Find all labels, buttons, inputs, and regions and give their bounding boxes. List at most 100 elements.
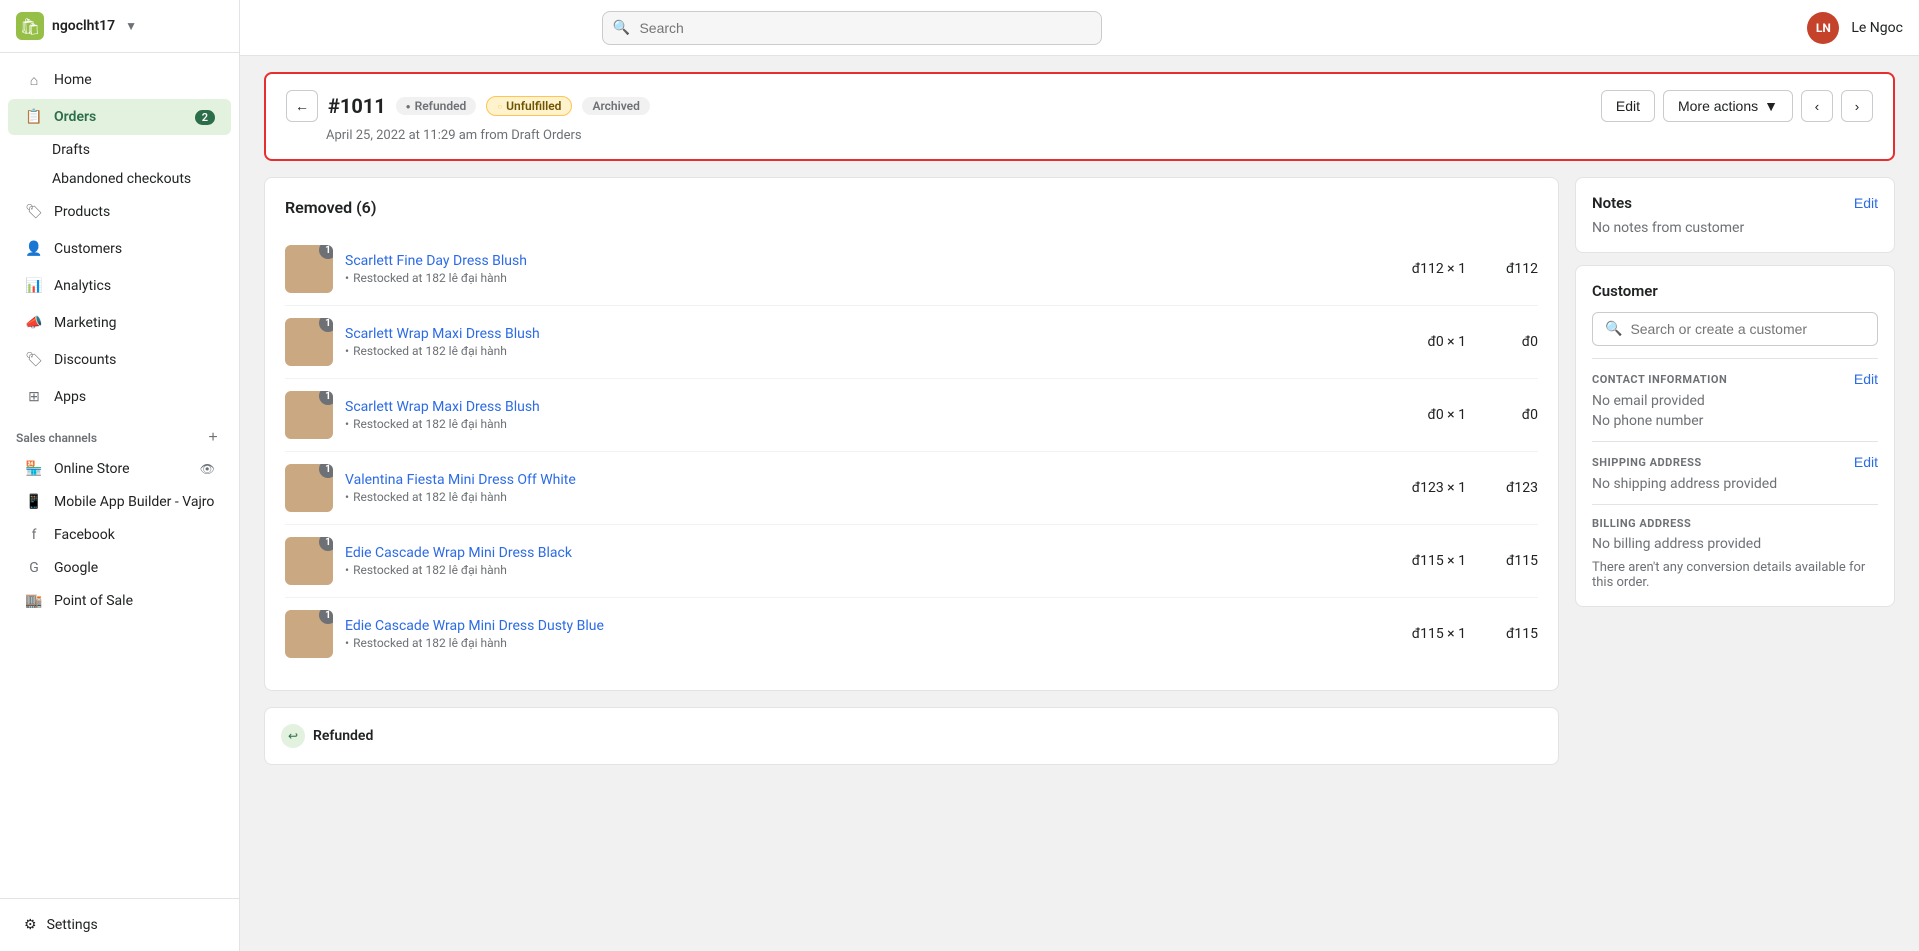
sidebar-item-home[interactable]: ⌂ Home: [8, 62, 231, 98]
product-total: đ115: [1478, 626, 1538, 642]
product-thumbnail: 1: [285, 610, 333, 658]
product-info: Scarlett Wrap Maxi Dress Blush Restocked…: [345, 399, 1374, 431]
shipping-edit-button[interactable]: Edit: [1854, 454, 1878, 470]
contact-phone: No phone number: [1592, 413, 1878, 429]
contact-email: No email provided: [1592, 393, 1878, 409]
sidebar-item-abandoned[interactable]: Abandoned checkouts: [8, 165, 231, 193]
product-price-qty: đ115 × 1: [1386, 626, 1466, 642]
add-sales-channel-button[interactable]: +: [203, 428, 223, 448]
sidebar-item-label: Discounts: [54, 352, 116, 368]
sidebar-item-facebook[interactable]: f Facebook: [8, 519, 231, 551]
table-row: 1 Valentina Fiesta Mini Dress Off White …: [285, 452, 1538, 525]
sidebar-item-google[interactable]: G Google: [8, 552, 231, 584]
product-sub: Restocked at 182 lê đại hành: [345, 344, 1374, 358]
sidebar-item-analytics[interactable]: 📊 Analytics: [8, 268, 231, 304]
product-info: Valentina Fiesta Mini Dress Off White Re…: [345, 472, 1374, 504]
next-order-button[interactable]: ›: [1841, 90, 1873, 122]
product-name[interactable]: Scarlett Wrap Maxi Dress Blush: [345, 399, 540, 415]
sidebar-item-discounts[interactable]: 🏷 Discounts: [8, 342, 231, 378]
orders-icon: 📋: [24, 107, 44, 127]
order-header-right: Edit More actions ▼ ‹ ›: [1601, 90, 1873, 122]
product-name[interactable]: Scarlett Wrap Maxi Dress Blush: [345, 326, 540, 342]
product-sub: Restocked at 182 lê đại hành: [345, 563, 1374, 577]
notes-edit-button[interactable]: Edit: [1854, 195, 1878, 211]
order-header: ← #1011 Refunded Unfulfilled Archived Ap…: [264, 72, 1895, 161]
shopify-logo-icon: 🛍: [16, 12, 44, 40]
channel-label: Mobile App Builder - Vajro: [54, 494, 214, 510]
main-grid: Removed (6) 1 Scarlett Fine Day Dress Bl…: [264, 177, 1895, 765]
product-thumbnail: 1: [285, 245, 333, 293]
sidebar-item-pos[interactable]: 🏬 Point of Sale: [8, 585, 231, 617]
channel-label: Facebook: [54, 527, 115, 543]
mobile-app-icon: 📱: [24, 492, 44, 512]
sidebar-item-products[interactable]: 🏷 Products: [8, 194, 231, 230]
prev-order-button[interactable]: ‹: [1801, 90, 1833, 122]
table-row: 1 Scarlett Wrap Maxi Dress Blush Restock…: [285, 306, 1538, 379]
table-row: 1 Scarlett Fine Day Dress Blush Restocke…: [285, 233, 1538, 306]
product-price-qty: đ0 × 1: [1386, 334, 1466, 350]
back-button[interactable]: ←: [286, 90, 318, 122]
product-sub: Restocked at 182 lê đại hành: [345, 490, 1374, 504]
sidebar-item-orders[interactable]: 📋 Orders 2: [8, 99, 231, 135]
sidebar-item-label: Customers: [54, 241, 122, 257]
billing-divider: [1592, 504, 1878, 505]
right-column: Notes Edit No notes from customer Custom…: [1575, 177, 1895, 765]
sidebar-item-online-store[interactable]: 🏪 Online Store 👁: [8, 453, 231, 485]
sales-channels-title: Sales channels: [16, 431, 97, 445]
order-date: April 25, 2022 at 11:29 am from Draft Or…: [326, 128, 650, 143]
edit-button[interactable]: Edit: [1601, 90, 1655, 122]
analytics-icon: 📊: [24, 276, 44, 296]
more-actions-button[interactable]: More actions ▼: [1663, 90, 1793, 122]
page-content: ← #1011 Refunded Unfulfilled Archived Ap…: [240, 56, 1919, 951]
settings-item[interactable]: ⚙ Settings: [16, 911, 223, 939]
store-dropdown-icon[interactable]: ▼: [125, 19, 137, 33]
online-store-icon: 🏪: [24, 459, 44, 479]
product-name[interactable]: Edie Cascade Wrap Mini Dress Dusty Blue: [345, 618, 604, 634]
product-price-qty: đ0 × 1: [1386, 407, 1466, 423]
sidebar-item-customers[interactable]: 👤 Customers: [8, 231, 231, 267]
search-input[interactable]: [602, 11, 1102, 45]
customer-search-input[interactable]: [1630, 321, 1865, 337]
refunded-label: Refunded: [313, 728, 373, 744]
customer-search[interactable]: 🔍: [1592, 312, 1878, 346]
customers-icon: 👤: [24, 239, 44, 259]
sidebar-item-label: Orders: [54, 109, 96, 125]
product-info: Edie Cascade Wrap Mini Dress Black Resto…: [345, 545, 1374, 577]
marketing-icon: 📣: [24, 313, 44, 333]
abandoned-label: Abandoned checkouts: [52, 171, 191, 187]
sidebar-item-label: Apps: [54, 389, 86, 405]
billing-address-label: BILLING ADDRESS: [1592, 517, 1878, 530]
settings-label: Settings: [47, 917, 98, 933]
table-row: 1 Edie Cascade Wrap Mini Dress Dusty Blu…: [285, 598, 1538, 670]
sales-channels-section: Sales channels +: [0, 416, 239, 452]
more-actions-label: More actions: [1678, 98, 1758, 114]
refunded-bottom-section: ↩ Refunded: [264, 707, 1559, 765]
avatar: LN: [1807, 12, 1839, 44]
product-total: đ115: [1478, 553, 1538, 569]
channel-label: Online Store: [54, 461, 130, 477]
notes-header: Notes Edit: [1592, 194, 1878, 212]
shipping-divider: [1592, 441, 1878, 442]
sidebar-header: 🛍 ngoclht17 ▼: [0, 0, 239, 53]
product-name[interactable]: Scarlett Fine Day Dress Blush: [345, 253, 527, 269]
contact-edit-button[interactable]: Edit: [1854, 371, 1878, 387]
shipping-address-label: SHIPPING ADDRESS Edit: [1592, 454, 1878, 470]
sidebar-item-drafts[interactable]: Drafts: [8, 136, 231, 164]
sidebar-navigation: ⌂ Home 📋 Orders 2 Drafts Abandoned check…: [0, 53, 239, 898]
notes-card: Notes Edit No notes from customer: [1575, 177, 1895, 253]
product-name[interactable]: Edie Cascade Wrap Mini Dress Black: [345, 545, 572, 561]
sidebar-item-apps[interactable]: ⊞ Apps: [8, 379, 231, 415]
product-name[interactable]: Valentina Fiesta Mini Dress Off White: [345, 472, 576, 488]
discounts-icon: 🏷: [24, 350, 44, 370]
facebook-icon: f: [24, 525, 44, 545]
product-price-qty: đ115 × 1: [1386, 553, 1466, 569]
customer-search-icon: 🔍: [1605, 321, 1622, 337]
sidebar-item-marketing[interactable]: 📣 Marketing: [8, 305, 231, 341]
pos-icon: 🏬: [24, 591, 44, 611]
sidebar-item-mobile-app[interactable]: 📱 Mobile App Builder - Vajro: [8, 486, 231, 518]
billing-address-value: No billing address provided: [1592, 536, 1878, 552]
conversion-note: There aren't any conversion details avai…: [1592, 560, 1878, 590]
search-bar: 🔍: [602, 11, 1102, 45]
topbar: 🔍 LN Le Ngoc: [240, 0, 1919, 56]
removed-header: Removed (6): [285, 198, 1538, 217]
